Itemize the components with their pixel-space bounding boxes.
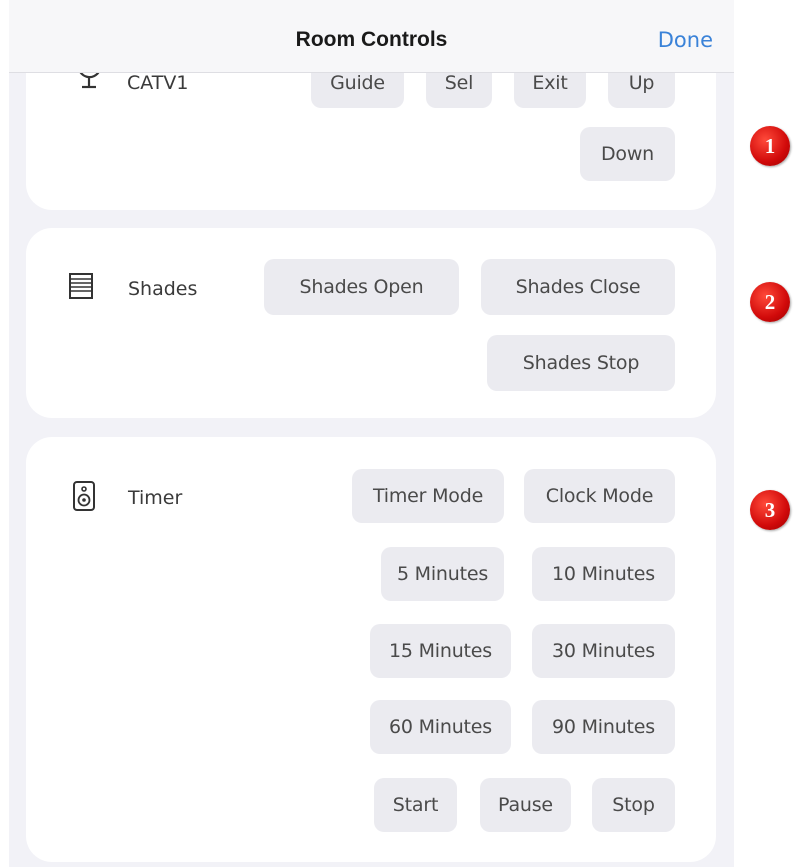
callout-badge-3: 3 <box>750 490 790 530</box>
shades-close-button[interactable]: Shades Close <box>481 259 675 315</box>
timer-label: Timer <box>128 487 183 509</box>
down-button[interactable]: Down <box>580 127 675 181</box>
30-minutes-button[interactable]: 30 Minutes <box>532 624 675 678</box>
start-button[interactable]: Start <box>374 778 457 832</box>
5-minutes-button[interactable]: 5 Minutes <box>381 547 504 601</box>
done-button[interactable]: Done <box>658 28 713 52</box>
60-minutes-button[interactable]: 60 Minutes <box>370 700 511 754</box>
callout-badge-1: 1 <box>750 126 790 166</box>
page-title: Room Controls <box>295 28 448 51</box>
shades-open-button[interactable]: Shades Open <box>264 259 459 315</box>
shades-section: Shades Shades Open Shades Close Shades S… <box>26 228 716 418</box>
shades-label: Shades <box>128 278 198 300</box>
room-controls-panel: Room Controls Done CATV1 Guide Sel Exit … <box>9 0 734 867</box>
90-minutes-button[interactable]: 90 Minutes <box>532 700 675 754</box>
header-bar: Room Controls Done <box>9 0 734 73</box>
window-shades-icon <box>69 273 93 299</box>
catv-label: CATV1 <box>127 72 189 94</box>
stop-button[interactable]: Stop <box>592 778 675 832</box>
clock-mode-button[interactable]: Clock Mode <box>524 469 675 523</box>
timer-mode-button[interactable]: Timer Mode <box>352 469 504 523</box>
timer-section: Timer Timer Mode Clock Mode 5 Minutes 10… <box>26 437 716 862</box>
15-minutes-button[interactable]: 15 Minutes <box>370 624 511 678</box>
speaker-icon <box>73 481 95 511</box>
10-minutes-button[interactable]: 10 Minutes <box>532 547 675 601</box>
pause-button[interactable]: Pause <box>480 778 571 832</box>
shades-stop-button[interactable]: Shades Stop <box>487 335 675 391</box>
callout-badge-2: 2 <box>750 282 790 322</box>
